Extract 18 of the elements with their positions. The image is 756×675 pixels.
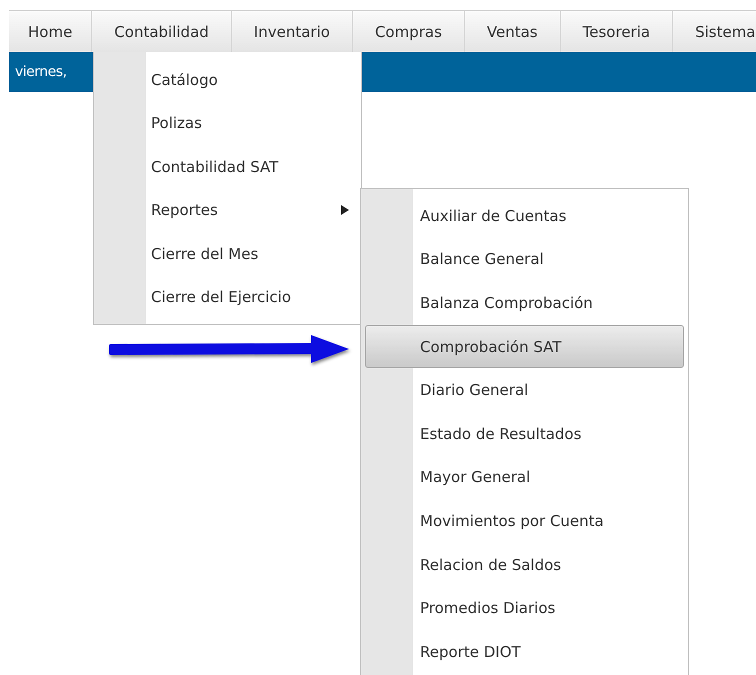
menu-item[interactable]: Balance General [365, 238, 684, 282]
menu-item[interactable]: Cierre del Mes [94, 232, 361, 276]
menu-item[interactable]: Relacion de Saldos [365, 542, 684, 586]
menu-item[interactable]: Comprobación SAT [365, 324, 684, 368]
menu-item[interactable]: Mayor General [365, 456, 684, 500]
menu-item[interactable]: Movimientos por Cuenta [365, 499, 684, 543]
menu-item[interactable]: Cierre del Ejercicio [94, 276, 361, 319]
menu-item[interactable]: Reportes [94, 188, 361, 232]
menu-item[interactable]: Polizas [94, 102, 361, 145]
menu-item[interactable]: Contabilidad SAT [94, 145, 361, 188]
menu-item[interactable]: Estado de Resultados [365, 412, 684, 456]
date-text: viernes, [15, 64, 67, 80]
menu-item[interactable]: Diario General [365, 368, 684, 412]
menu-item[interactable]: Auxiliar de Cuentas [365, 194, 684, 238]
menu-item[interactable]: Promedios Diarios [365, 586, 684, 630]
menu-item[interactable]: Reporte DIOT [365, 630, 684, 674]
menu-item[interactable]: Balanza Comprobación [365, 281, 684, 325]
menu-item[interactable]: Catálogo [94, 58, 361, 102]
